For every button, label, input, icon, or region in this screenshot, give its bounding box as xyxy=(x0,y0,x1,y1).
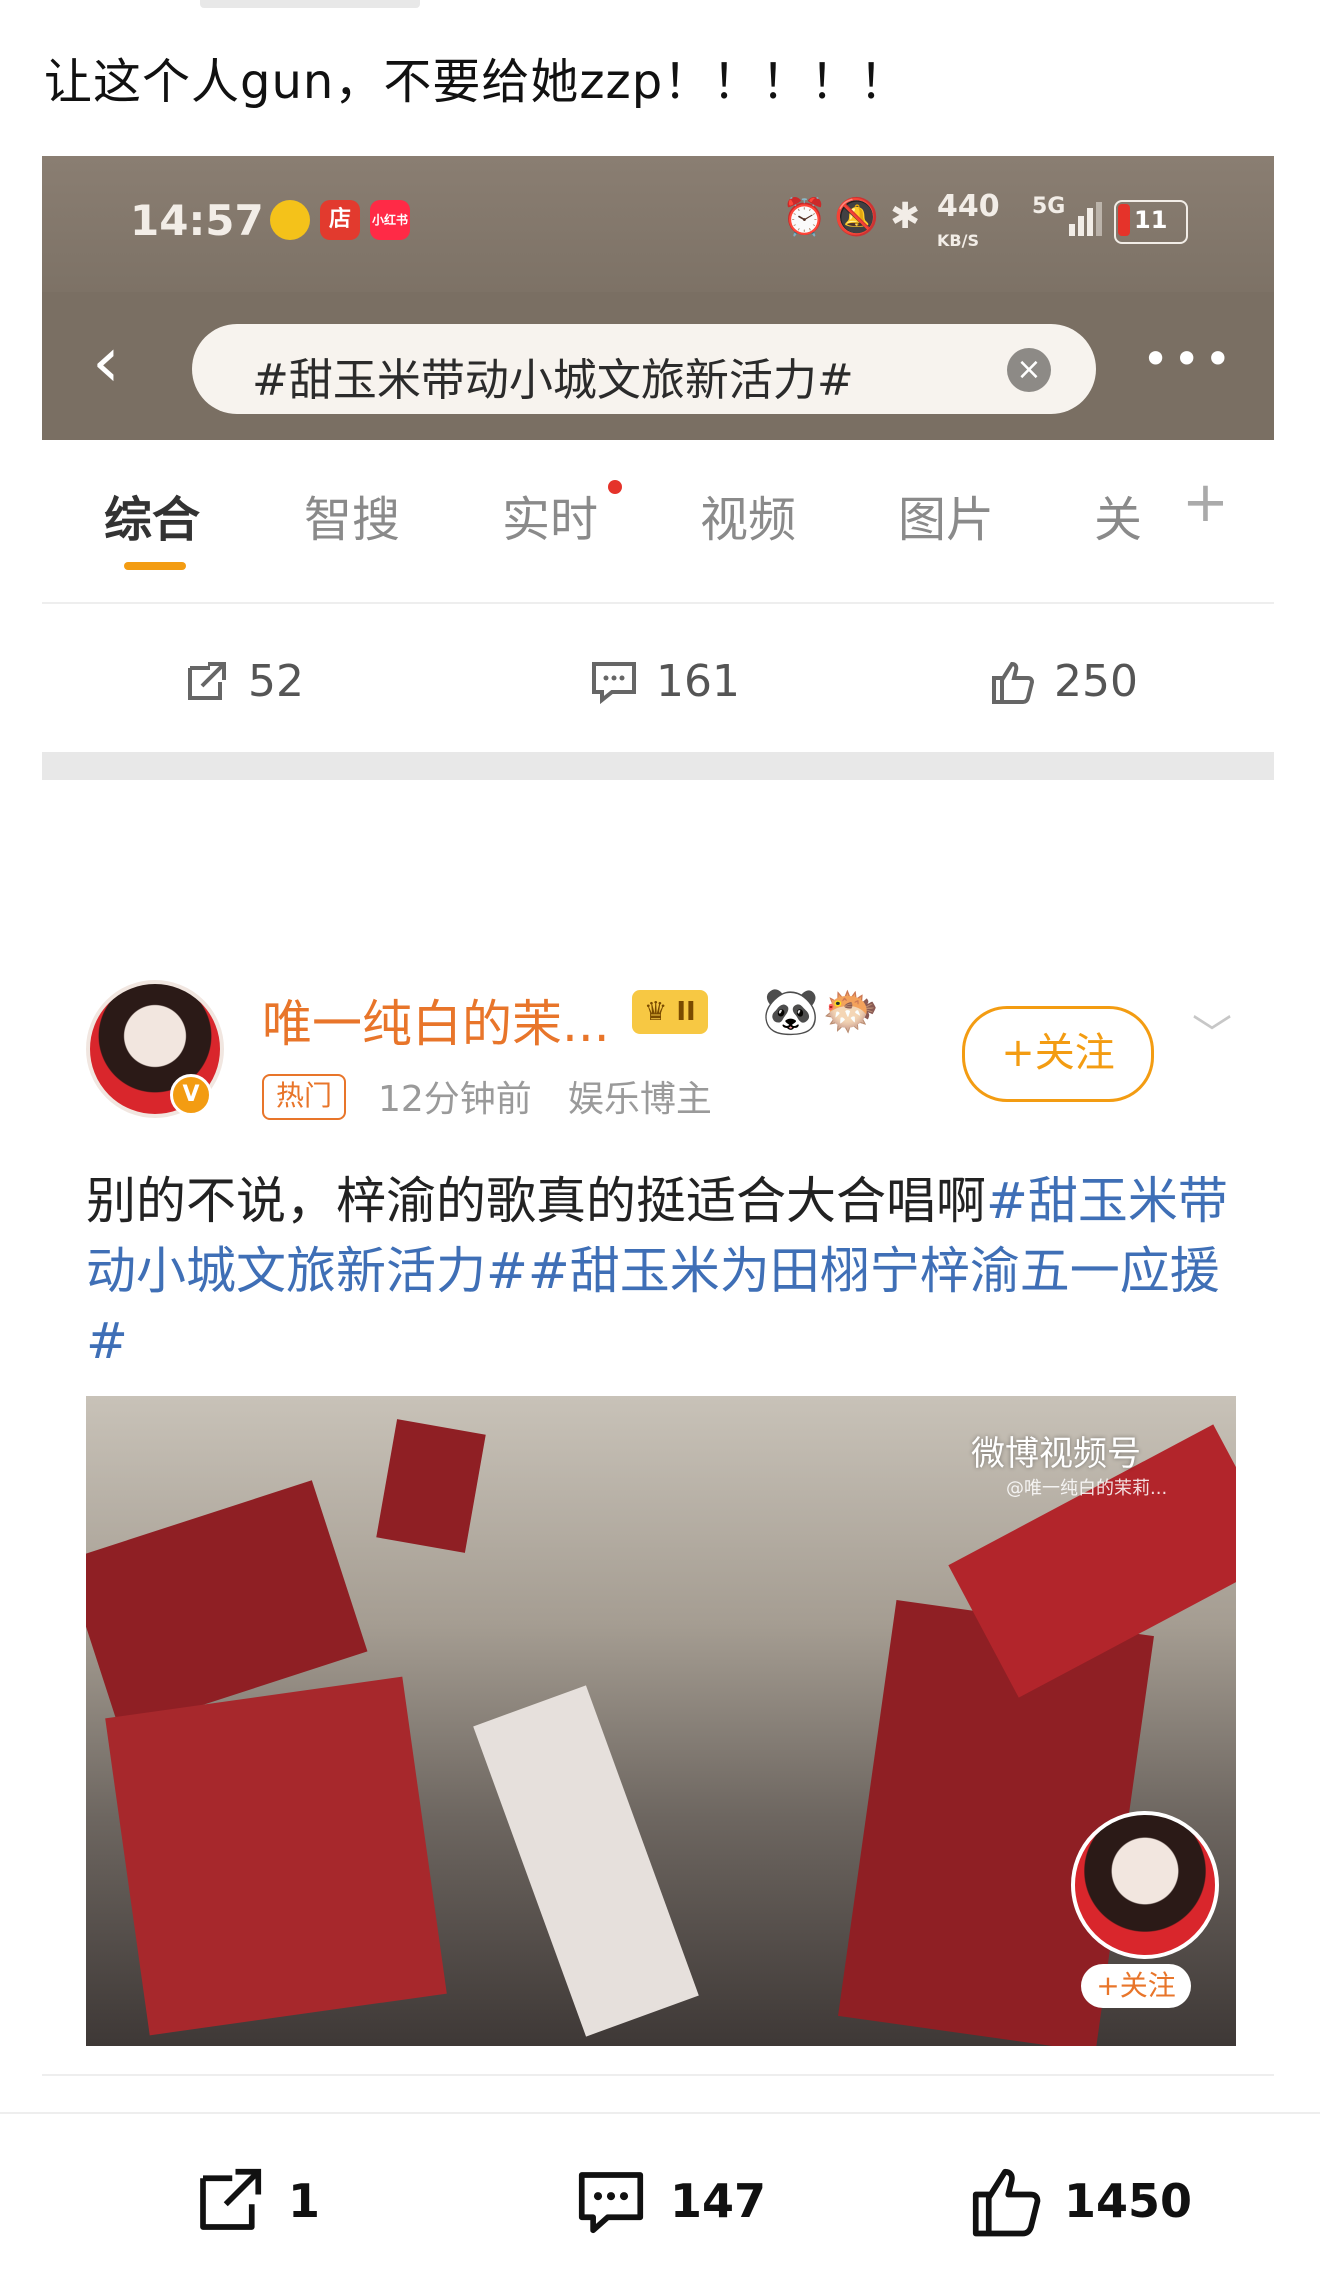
divider xyxy=(42,2074,1274,2076)
back-arrow-icon[interactable]: ‹ xyxy=(92,322,120,402)
video-author-avatar[interactable] xyxy=(1071,1811,1219,1959)
search-query: #甜玉米带动小城文旅新活力# xyxy=(252,355,854,406)
follow-button[interactable]: +关注 xyxy=(962,1006,1154,1102)
bottom-action-bar: 1 147 1450 xyxy=(0,2112,1320,2288)
post-meta: 12分钟前 娱乐博主 xyxy=(378,1079,712,1120)
post-text: 让这个人gun，不要给她zzp！！！！！ xyxy=(44,54,909,110)
video-watermark-handle: @唯一纯白的茉莉... xyxy=(1006,1478,1168,1499)
level-badge: ♛ II xyxy=(632,990,708,1034)
video-watermark: 微博视频号 xyxy=(971,1434,1141,1474)
flag-shape xyxy=(105,1676,447,2036)
status-bar: 14:57 店 小红书 ⏰ 🔕 ✱ 440 KB/S 5G 11 xyxy=(42,156,1274,292)
thumbs-up-icon xyxy=(992,661,1035,704)
panda-icon: 🐼 xyxy=(762,984,820,1038)
flag-shape xyxy=(473,1685,699,2037)
video-follow-button[interactable]: +关注 xyxy=(1081,1964,1191,2008)
store-app-icon: 店 xyxy=(320,200,360,240)
hot-badge: 热门 xyxy=(262,1074,347,1120)
verified-badge-icon: V xyxy=(170,1074,212,1116)
feed-separator xyxy=(42,752,1274,780)
xiaohongshu-app-icon: 小红书 xyxy=(370,200,410,240)
fish-icon: 🐡 xyxy=(822,984,880,1038)
mute-icon: 🔕 xyxy=(834,197,879,238)
add-tab-icon[interactable]: + xyxy=(1182,470,1229,535)
comment-button[interactable]: 147 xyxy=(572,2162,766,2240)
tab-follow[interactable]: 关 xyxy=(1094,480,1142,550)
weibo-icon xyxy=(270,200,310,240)
thumbs-up-icon xyxy=(972,2168,1041,2237)
like-button[interactable]: 1450 xyxy=(966,2162,1192,2240)
prev-post-actions: 52 161 250 xyxy=(42,626,1274,746)
more-icon[interactable]: ••• xyxy=(1142,332,1235,386)
signal-icon xyxy=(1067,202,1103,238)
search-tabs: 综合 智搜 实时 视频 图片 关 + xyxy=(42,440,1274,572)
clear-icon[interactable]: × xyxy=(1007,348,1051,392)
alarm-icon: ⏰ xyxy=(782,197,827,238)
bluetooth-icon: ✱ xyxy=(890,196,921,237)
top-crop-edge xyxy=(200,0,420,8)
embedded-screenshot: 14:57 店 小红书 ⏰ 🔕 ✱ 440 KB/S 5G 11 ‹ #甜玉米带动… xyxy=(42,156,1274,2084)
post-body-text: 别的不说，梓渝的歌真的挺适合大合唱啊 xyxy=(86,1172,986,1230)
divider xyxy=(42,602,1274,604)
username[interactable]: 唯一纯白的茉... xyxy=(262,984,610,1056)
realtime-new-dot xyxy=(608,480,622,494)
tab-images[interactable]: 图片 xyxy=(898,480,994,550)
search-header: ‹ #甜玉米带动小城文旅新活力# × ••• xyxy=(42,292,1274,440)
battery-icon: 11 xyxy=(1114,200,1188,244)
active-tab-indicator xyxy=(124,562,186,570)
like-button[interactable]: 250 xyxy=(988,656,1138,707)
comment-button[interactable]: 161 xyxy=(590,656,740,707)
status-time: 14:57 xyxy=(130,196,264,245)
tab-comprehensive[interactable]: 综合 xyxy=(104,480,200,550)
tab-video[interactable]: 视频 xyxy=(700,480,796,550)
network-speed: 440 KB/S xyxy=(937,189,1000,251)
comment-icon xyxy=(592,661,636,704)
repost-button[interactable]: 52 xyxy=(182,656,304,707)
repost-button[interactable]: 1 xyxy=(190,2162,320,2240)
comment-icon xyxy=(578,2172,644,2234)
repost-icon xyxy=(200,2168,262,2230)
post-body: 别的不说，梓渝的歌真的挺适合大合唱啊#甜玉米带动小城文旅新活力##甜玉米为田栩宁… xyxy=(86,1166,1236,1376)
flag-shape xyxy=(376,1419,486,1553)
repost-icon xyxy=(188,661,226,700)
video-player[interactable]: 微博视频号 @唯一纯白的茉莉... +关注 xyxy=(86,1396,1236,2046)
chevron-down-icon[interactable]: ﹀ xyxy=(1192,1002,1232,1060)
network-type: 5G xyxy=(1032,194,1066,219)
tab-realtime[interactable]: 实时 xyxy=(502,480,598,550)
tab-smart-search[interactable]: 智搜 xyxy=(304,480,400,550)
search-input[interactable]: #甜玉米带动小城文旅新活力# × xyxy=(192,324,1096,414)
